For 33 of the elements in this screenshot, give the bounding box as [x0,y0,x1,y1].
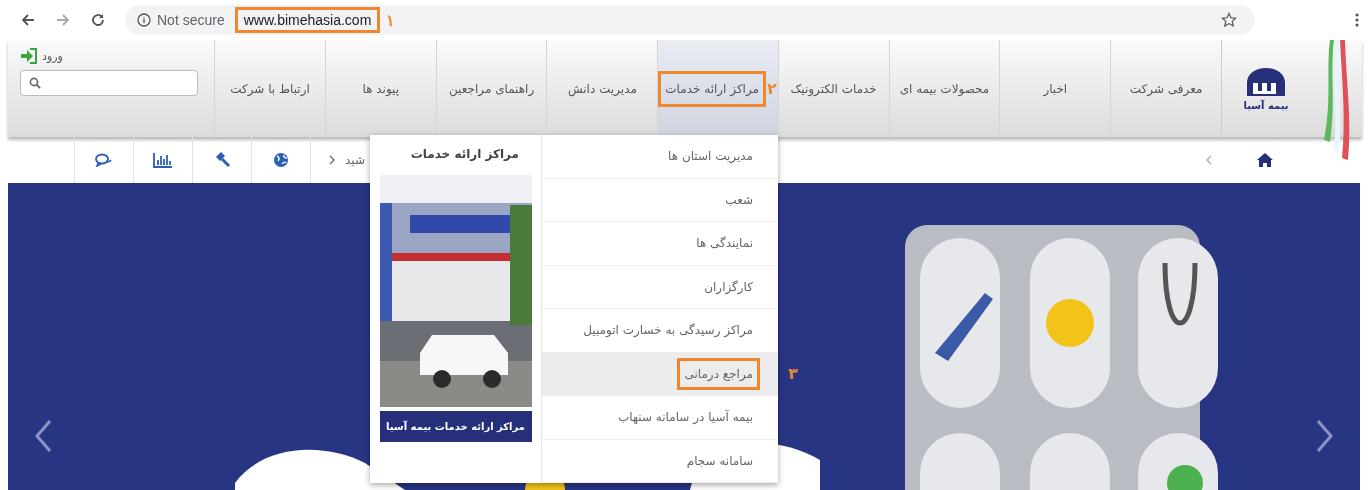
search-icon [29,77,42,89]
login-icon [20,48,39,64]
caption-banner[interactable]: مراکز ارائه خدمات بیمه آسیا [379,411,532,442]
home-icon[interactable] [1256,152,1274,168]
callout-number: ۳ [788,364,798,384]
star-icon[interactable] [1221,12,1237,28]
nav-tab[interactable]: ارتباط با شرکت [214,40,325,137]
login-link[interactable]: ورود [20,48,63,64]
menu-item[interactable]: کارگزاران [542,265,778,309]
url-text: www.bimehasia.com [234,7,381,33]
menu-item[interactable]: بیمه آسیا در سامانه سنهاب [542,396,778,440]
callout-number: ۲ [767,79,777,98]
nav-tab[interactable]: محصولات بیمه ای [888,40,1000,137]
chevron-icon [329,155,335,165]
nav-tab[interactable]: معرفی شرکت [1110,40,1221,137]
security-label: Not secure [157,12,225,28]
back-icon[interactable] [20,12,36,28]
info-icon [137,13,151,27]
menu-item[interactable]: مدیریت استان ها [542,135,778,179]
logo-text: بیمه آسیا [1243,100,1289,111]
breadcrumb-text: شید [345,153,365,167]
menu-icon[interactable] [1355,13,1359,27]
menu-item[interactable]: شعب [542,178,778,222]
nav-tab[interactable]: اخبار [999,40,1111,137]
menu-item[interactable]: سامانه سجام [542,439,778,483]
menu-item[interactable]: مراکز رسیدگی به خسارت اتومبیل [542,309,778,353]
search-field[interactable] [20,70,199,96]
nav-tab[interactable]: ۲ مراکز ارائه خدمات [657,40,778,137]
callout-number: ١ [386,10,396,30]
dropdown-title: مراکز ارائه خدمات [410,147,519,161]
chevron-icon [1206,155,1212,165]
reload-icon[interactable] [90,12,106,28]
menu-item[interactable]: نمایندگی ها [542,222,778,266]
